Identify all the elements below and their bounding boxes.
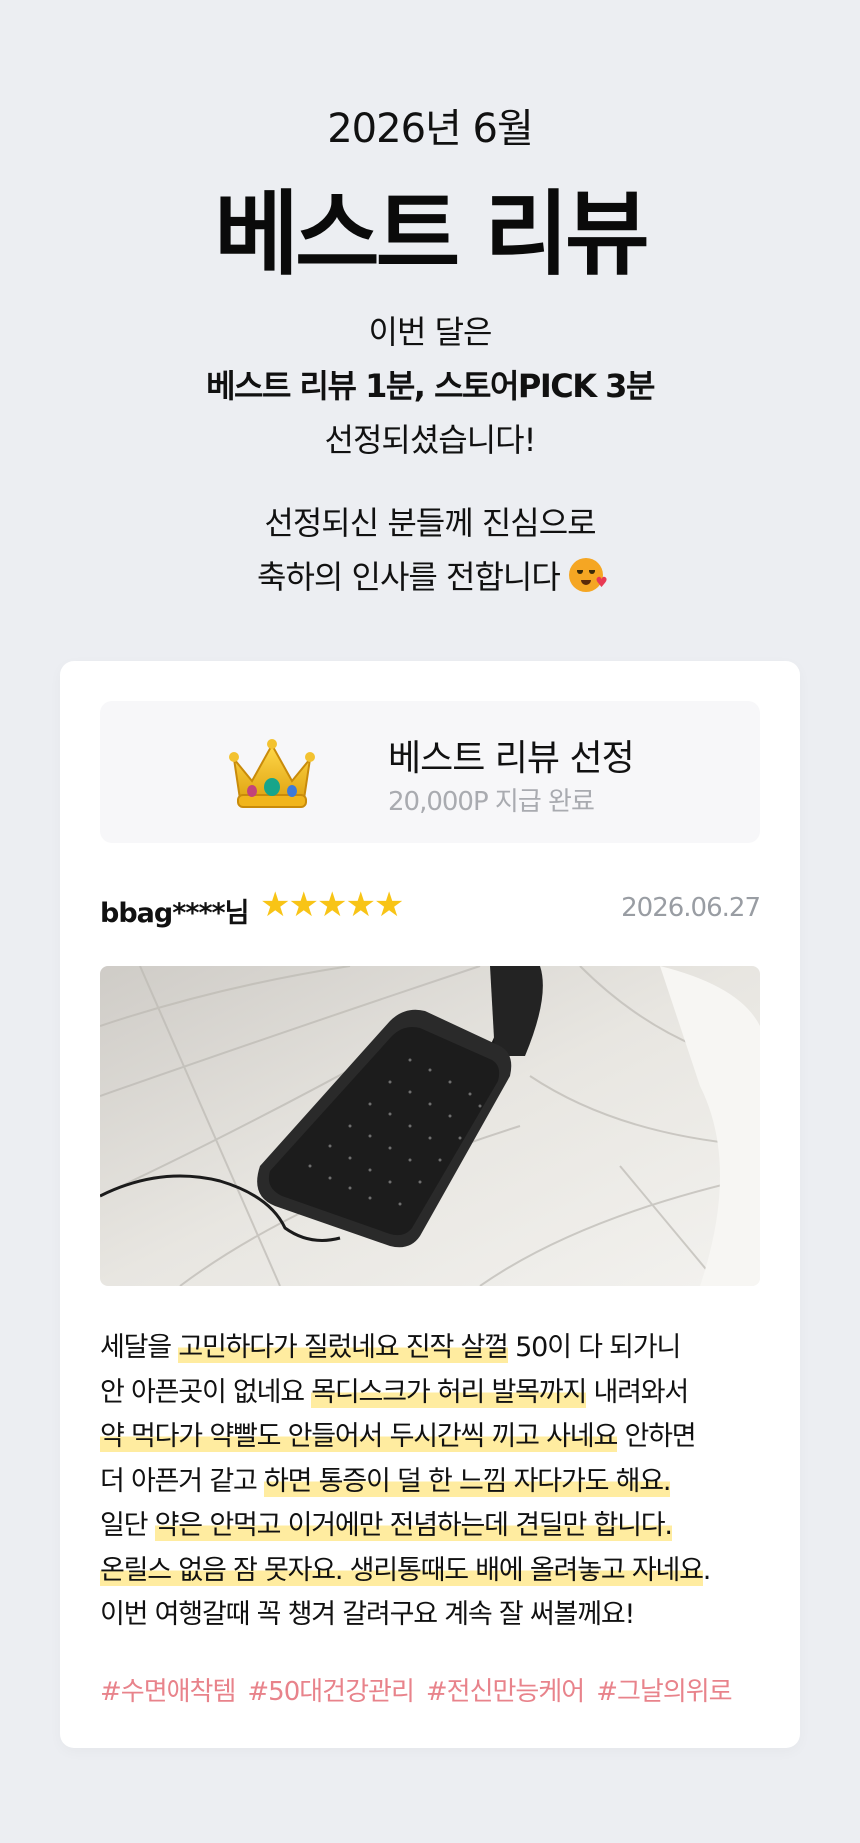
review-text-segment: 세달을 bbox=[100, 1332, 179, 1363]
reviewer-name: bbag****님 bbox=[100, 898, 250, 929]
congrats-line-2: 축하의 인사를 전합니다 ♥ bbox=[257, 558, 608, 596]
congrats-line-1: 선정되신 분들께 진심으로 bbox=[264, 504, 596, 542]
badge-subtitle: 20,000P 지급 완료 bbox=[388, 787, 595, 817]
hashtag[interactable]: #50대건강관리 bbox=[247, 1677, 414, 1707]
page-title: 베스트 리뷰 bbox=[214, 181, 649, 288]
review-line: 일단 약은 안먹고 이거에만 전념하는데 견딜만 합니다. bbox=[100, 1504, 780, 1549]
review-text-segment: 일단 bbox=[100, 1510, 155, 1541]
review-text-segment: 안하면 bbox=[617, 1421, 696, 1452]
highlighted-text: 고민하다가 질렀네요 진작 살껄 bbox=[178, 1332, 509, 1363]
crown-icon bbox=[229, 739, 315, 808]
review-text-segment: 이번 여행갈때 꼭 챙겨 갈려구요 계속 잘 써볼께요! bbox=[100, 1599, 635, 1630]
review-line: 세달을 고민하다가 질렀네요 진작 살껄 50이 다 되가니 bbox=[100, 1326, 780, 1371]
review-line: 더 아픈거 같고 하면 통증이 덜 한 느낌 자다가도 해요. bbox=[100, 1460, 780, 1505]
hashtag[interactable]: #그날의위로 bbox=[596, 1677, 732, 1707]
heating-pad-photo bbox=[100, 966, 760, 1286]
review-text-segment: 50이 다 되가니 bbox=[507, 1332, 681, 1363]
announcement-line-1: 이번 달은 bbox=[368, 313, 493, 351]
hashtag-list: #수면애착템 #50대건강관리 #전신만능케어 #그날의위로 bbox=[100, 1671, 744, 1708]
review-text-segment: . bbox=[702, 1554, 712, 1586]
star-rating: ★★★★★ bbox=[260, 885, 404, 925]
review-line: 온릴스 없음 잠 못자요. 생리통때도 배에 올려놓고 자네요. bbox=[100, 1549, 780, 1594]
announcement-line-3: 선정되셨습니다! bbox=[324, 421, 537, 459]
month-label: 2026년 6월 bbox=[327, 106, 534, 152]
badge-title: 베스트 리뷰 선정 bbox=[388, 738, 635, 779]
highlighted-text: 약은 안먹고 이거에만 전념하는데 견딜만 합니다. bbox=[154, 1510, 673, 1541]
review-photo bbox=[100, 966, 760, 1286]
announcement-line-2: 베스트 리뷰 1분, 스토어PICK 3분 bbox=[206, 367, 655, 405]
review-meta: bbag****님 ★★★★★ 2026.06.27 bbox=[100, 883, 761, 933]
hashtag[interactable]: #수면애착템 bbox=[100, 1677, 236, 1707]
highlighted-text: 하면 통증이 덜 한 느낌 자다가도 해요. bbox=[264, 1465, 671, 1497]
review-line: 약 먹다가 약빨도 안들어서 두시간씩 끼고 사네요 안하면 bbox=[100, 1415, 780, 1460]
review-text-segment: 더 아픈거 같고 bbox=[100, 1465, 264, 1497]
review-text-segment: 내려와서 bbox=[586, 1376, 689, 1408]
review-text: 세달을 고민하다가 질렀네요 진작 살껄 50이 다 되가니 안 아픈곳이 없네요… bbox=[100, 1326, 780, 1638]
review-line: 이번 여행갈때 꼭 챙겨 갈려구요 계속 잘 써볼께요! bbox=[100, 1593, 780, 1638]
review-text-segment: 안 아픈곳이 없네요 bbox=[100, 1376, 312, 1408]
hashtag[interactable]: #전신만능케어 bbox=[426, 1677, 585, 1707]
highlighted-text: 온릴스 없음 잠 못자요. 생리통때도 배에 올려놓고 자네요 bbox=[100, 1554, 704, 1586]
smiling-face-with-hearts-icon: ♥ bbox=[568, 558, 608, 592]
highlighted-text: 약 먹다가 약빨도 안들어서 두시간씩 끼고 사네요 bbox=[100, 1421, 618, 1452]
best-review-card: 베스트 리뷰 선정 20,000P 지급 완료 bbag****님 ★★★★★ … bbox=[60, 661, 800, 1748]
best-review-badge: 베스트 리뷰 선정 20,000P 지급 완료 bbox=[100, 701, 760, 843]
congrats-text: 선정되신 분들께 진심으로 축하의 인사를 전합니다 ♥ bbox=[0, 496, 860, 604]
highlighted-text: 목디스크가 허리 발목까지 bbox=[311, 1376, 587, 1408]
review-date: 2026.06.27 bbox=[621, 893, 761, 923]
announcement-text: 이번 달은 베스트 리뷰 1분, 스토어PICK 3분 선정되셨습니다! bbox=[0, 305, 860, 467]
review-line: 안 아픈곳이 없네요 목디스크가 허리 발목까지 내려와서 bbox=[100, 1371, 780, 1416]
